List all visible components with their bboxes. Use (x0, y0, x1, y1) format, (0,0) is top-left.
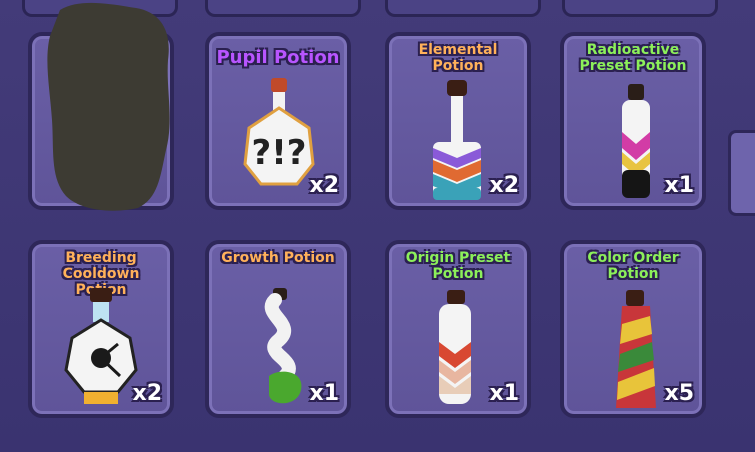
inventory-slot-elemental-potion[interactable]: Elemental Potion x2 (385, 32, 531, 210)
slot-count: x1 (309, 381, 340, 406)
slot-count: x2 (132, 381, 163, 406)
scrollbar-thumb[interactable] (728, 130, 755, 216)
slot-row-above (205, 0, 361, 17)
slot-count: x2 (489, 173, 520, 198)
slot-row-above (385, 0, 541, 17)
potion-inventory-panel: Pupil Potion ?!? x2 Elemental Potion x2 … (0, 0, 755, 452)
slot-count: x1 (489, 381, 520, 406)
slot-count: x2 (309, 173, 340, 198)
inventory-slot-breeding-cooldown-potion[interactable]: Breeding Cooldown Potion x2 (28, 240, 174, 418)
inventory-slot-pupil-potion[interactable]: Pupil Potion ?!? x2 (205, 32, 351, 210)
slot-count: x1 (664, 173, 695, 198)
slot-row-above (562, 0, 718, 17)
inventory-slot-growth-potion[interactable]: Growth Potion x1 (205, 240, 351, 418)
redaction-scribble (47, 2, 170, 211)
inventory-slot-color-order-potion[interactable]: Color Order Potion x5 (560, 240, 706, 418)
inventory-slot-origin-preset-potion[interactable]: Origin Preset Potion x1 (385, 240, 531, 418)
inventory-slot-radioactive-preset-potion[interactable]: Radioactive Preset Potion x1 (560, 32, 706, 210)
svg-text:?!?: ?!? (252, 133, 307, 173)
slot-count: x5 (664, 381, 695, 406)
